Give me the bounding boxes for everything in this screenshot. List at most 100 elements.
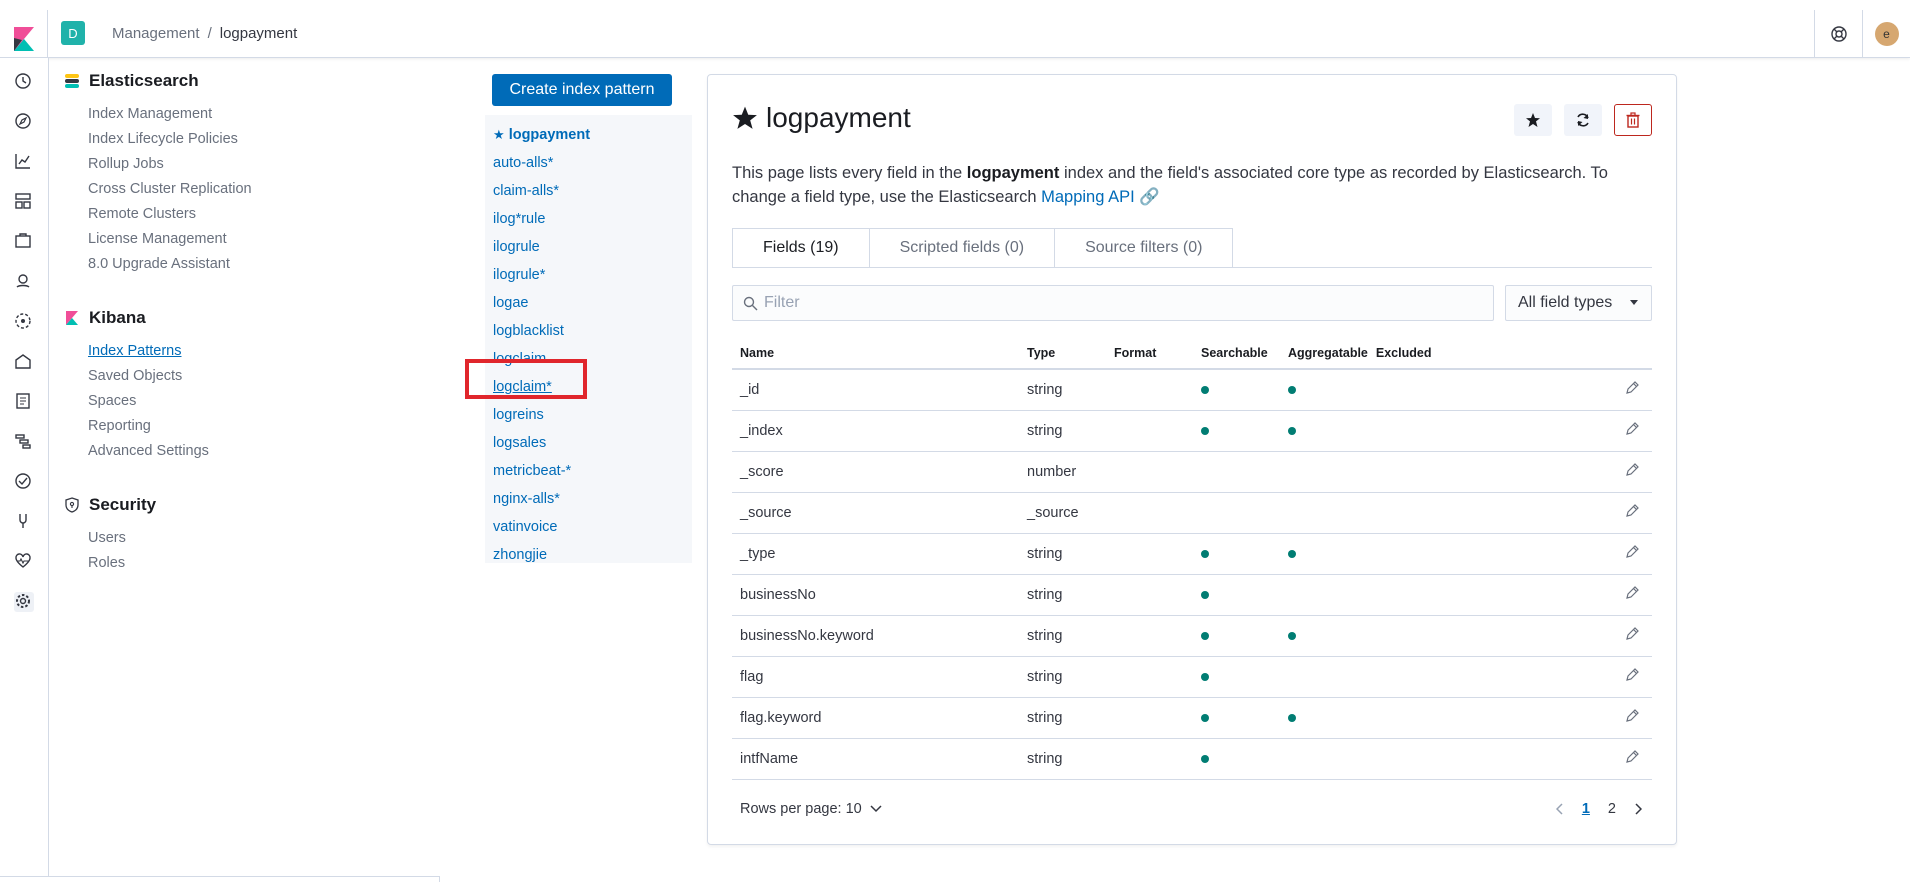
sidebar-item-saved-objects[interactable]: Saved Objects (64, 364, 384, 389)
sidebar-item-upgrade-assistant[interactable]: 8.0 Upgrade Assistant (64, 252, 384, 277)
pattern-item[interactable]: ilogrule (493, 237, 540, 257)
infrastructure-icon[interactable] (14, 352, 34, 372)
create-index-pattern-button[interactable]: Create index pattern (492, 74, 672, 106)
pencil-icon[interactable] (1625, 503, 1640, 518)
sidebar-item-index-lifecycle-policies[interactable]: Index Lifecycle Policies (64, 127, 384, 152)
pencil-icon[interactable] (1625, 462, 1640, 477)
star-filled-icon (733, 106, 757, 129)
pattern-actions (1514, 104, 1652, 136)
column-header-type[interactable]: Type (1019, 337, 1106, 370)
filter-input[interactable] (764, 294, 1464, 312)
field-type-select[interactable]: All field types (1505, 285, 1652, 321)
sidebar-item-advanced-settings[interactable]: Advanced Settings (64, 439, 384, 464)
chevron-right-icon[interactable] (1634, 803, 1642, 815)
pattern-item[interactable]: ilogrule* (493, 265, 545, 285)
management-gear-icon[interactable] (14, 592, 34, 612)
field-type-cell: string (1019, 738, 1106, 780)
pencil-icon[interactable] (1625, 380, 1640, 395)
pencil-icon[interactable] (1625, 749, 1640, 764)
maps-icon[interactable] (14, 272, 34, 292)
help-button[interactable] (1814, 10, 1862, 58)
kibana-section: Kibana Index Patterns Saved Objects Spac… (64, 307, 384, 464)
apm-icon[interactable] (14, 432, 34, 452)
pencil-icon[interactable] (1625, 585, 1640, 600)
filter-field[interactable] (732, 285, 1494, 321)
pattern-item[interactable]: ilog*rule (493, 209, 545, 229)
sidebar-item-remote-clusters[interactable]: Remote Clusters (64, 202, 384, 227)
table-row: intfName string (732, 738, 1652, 780)
pattern-item[interactable]: logblacklist (493, 321, 564, 341)
pencil-icon[interactable] (1625, 708, 1640, 723)
sidebar-item-users[interactable]: Users (64, 526, 384, 551)
set-default-button[interactable] (1514, 104, 1552, 136)
pattern-item[interactable]: logae (493, 293, 528, 313)
delete-pattern-button[interactable] (1614, 104, 1652, 136)
recently-viewed-icon[interactable] (14, 72, 34, 92)
aggregatable-dot-icon (1288, 631, 1296, 640)
user-menu-button[interactable]: e (1862, 10, 1910, 58)
sidebar-item-index-patterns[interactable]: Index Patterns (64, 339, 384, 364)
column-header-name[interactable]: Name (732, 337, 1019, 370)
column-header-actions (1454, 337, 1652, 370)
page-1-button[interactable]: 1 (1582, 801, 1590, 817)
edit-cell[interactable] (1454, 451, 1652, 493)
field-type-cell: string (1019, 574, 1106, 616)
edit-cell[interactable] (1454, 410, 1652, 452)
sidebar-item-spaces[interactable]: Spaces (64, 389, 384, 414)
sidebar-item-rollup-jobs[interactable]: Rollup Jobs (64, 152, 384, 177)
discover-icon[interactable] (14, 112, 34, 132)
pattern-item[interactable]: zhongjie (493, 545, 547, 565)
elasticsearch-section: Elasticsearch Index Management Index Lif… (64, 70, 384, 277)
field-type-cell: number (1019, 451, 1106, 493)
space-avatar[interactable]: D (61, 21, 85, 45)
kibana-section-icon (66, 311, 78, 325)
pattern-item[interactable]: logsales (493, 433, 546, 453)
column-header-searchable[interactable]: Searchable (1193, 337, 1280, 370)
column-header-aggregatable[interactable]: Aggregatable (1280, 337, 1368, 370)
rows-per-page-button[interactable]: Rows per page: 10 (740, 801, 882, 817)
pencil-icon[interactable] (1625, 544, 1640, 559)
dashboard-icon[interactable] (14, 192, 34, 212)
pattern-item[interactable]: logreins (493, 405, 544, 425)
refresh-fields-button[interactable] (1564, 104, 1602, 136)
sidebar-item-index-management[interactable]: Index Management (64, 102, 384, 127)
pencil-icon[interactable] (1625, 626, 1640, 641)
edit-cell[interactable] (1454, 492, 1652, 534)
pattern-item[interactable]: vatinvoice (493, 517, 557, 537)
monitoring-icon[interactable] (14, 552, 34, 572)
pattern-item[interactable]: claim-alls* (493, 181, 559, 201)
sidebar-item-license-management[interactable]: License Management (64, 227, 384, 252)
uptime-icon[interactable] (14, 472, 34, 492)
edit-cell[interactable] (1454, 615, 1652, 657)
ml-icon[interactable] (14, 312, 34, 332)
pattern-item[interactable]: auto-alls* (493, 153, 553, 173)
sidebar-item-roles[interactable]: Roles (64, 551, 384, 576)
breadcrumb-management[interactable]: Management (112, 25, 200, 42)
canvas-icon[interactable] (14, 232, 34, 252)
pencil-icon[interactable] (1625, 667, 1640, 682)
page-2-button[interactable]: 2 (1608, 801, 1616, 817)
edit-cell[interactable] (1454, 574, 1652, 616)
pattern-item[interactable]: nginx-alls* (493, 489, 560, 509)
chevron-left-icon[interactable] (1555, 803, 1564, 815)
edit-cell[interactable] (1454, 533, 1652, 575)
edit-cell[interactable] (1454, 738, 1652, 780)
pattern-item-default[interactable]: ★ logpayment (493, 125, 590, 145)
tab-fields[interactable]: Fields (19) (732, 228, 870, 268)
searchable-dot-icon (1201, 672, 1209, 681)
column-header-excluded[interactable]: Excluded (1367, 337, 1455, 370)
visualize-icon[interactable] (14, 152, 34, 172)
edit-cell[interactable] (1454, 697, 1652, 739)
pencil-icon[interactable] (1625, 421, 1640, 436)
dev-tools-icon[interactable] (14, 512, 34, 532)
edit-cell[interactable] (1454, 656, 1652, 698)
tab-scripted-fields[interactable]: Scripted fields (0) (868, 228, 1056, 268)
tab-source-filters[interactable]: Source filters (0) (1054, 228, 1234, 268)
edit-cell[interactable] (1454, 369, 1652, 411)
logs-icon[interactable] (14, 392, 34, 412)
sidebar-item-cross-cluster-replication[interactable]: Cross Cluster Replication (64, 177, 384, 202)
pattern-item[interactable]: metricbeat-* (493, 461, 571, 481)
sidebar-item-reporting[interactable]: Reporting (64, 414, 384, 439)
fields-table: Name Type Format Searchable Aggregatable… (732, 337, 1652, 780)
mapping-api-link[interactable]: Mapping API 🔗 (1041, 188, 1160, 206)
